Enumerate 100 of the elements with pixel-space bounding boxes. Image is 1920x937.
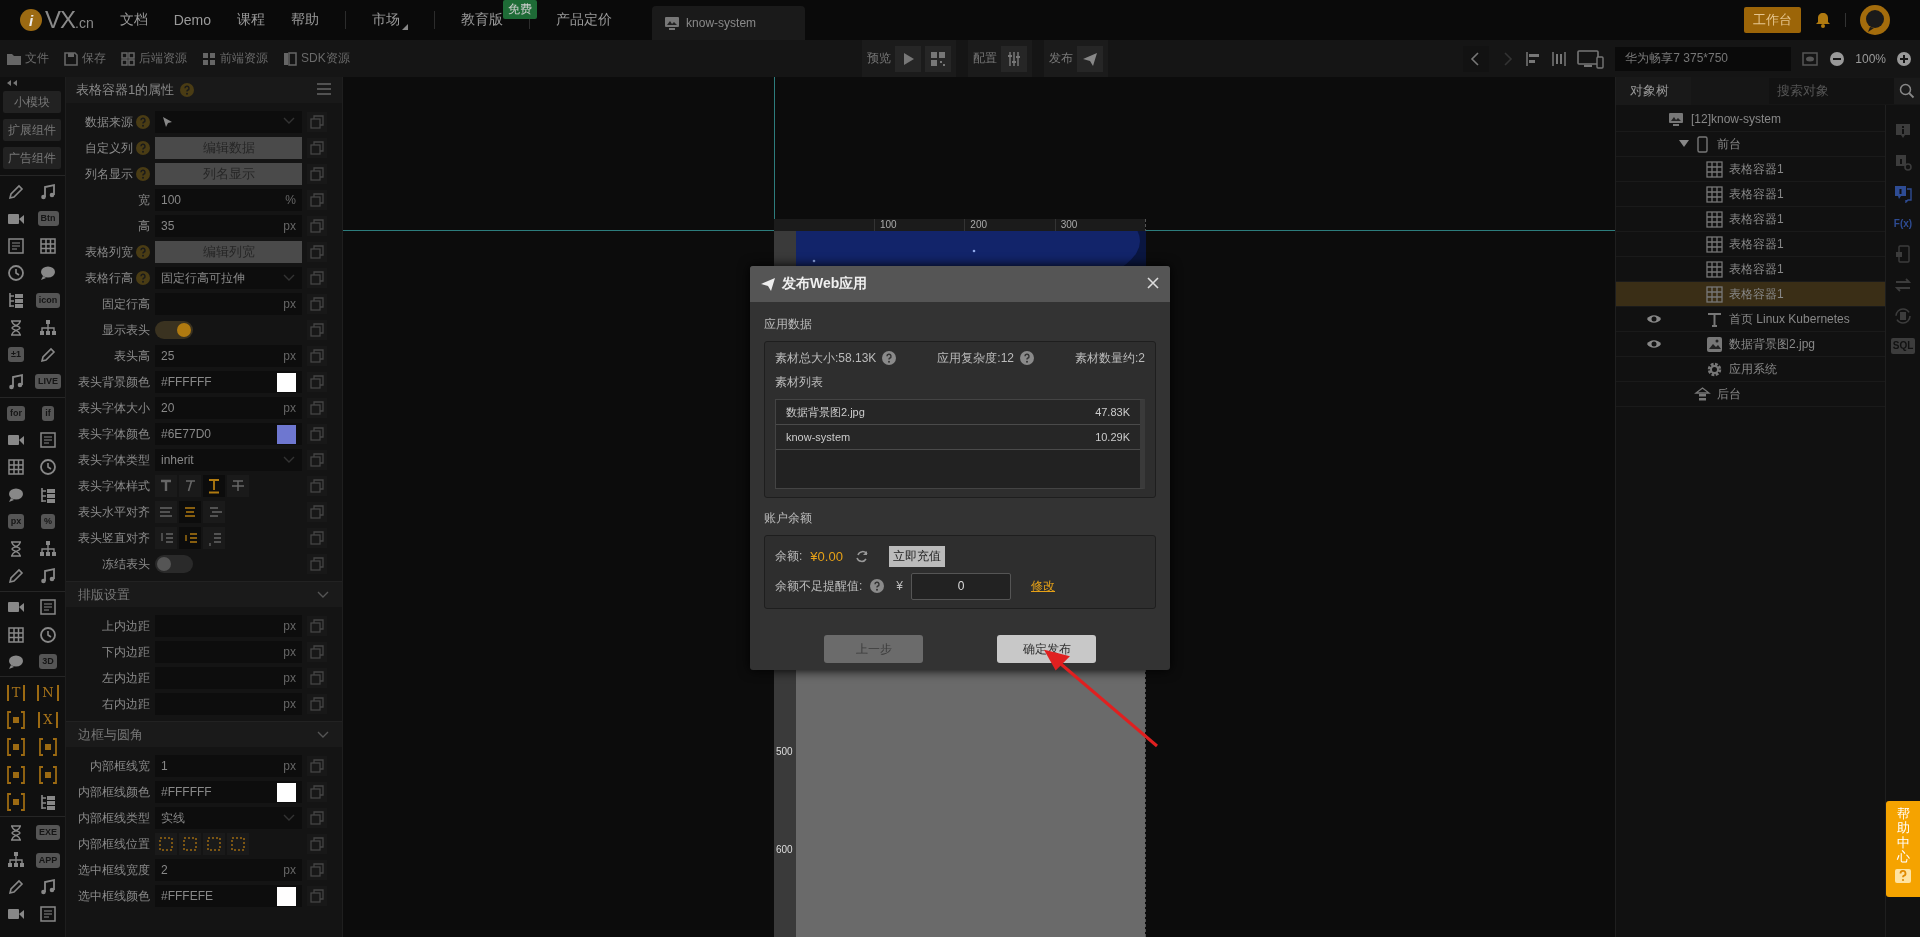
pencil-icon[interactable] [7, 567, 25, 586]
bracket-icon[interactable] [7, 792, 25, 811]
bracket-icon[interactable] [7, 738, 25, 757]
color-field[interactable]: #FFFFFF [155, 371, 302, 393]
option-button[interactable] [155, 475, 177, 497]
option-button[interactable] [155, 833, 177, 855]
input-field[interactable]: px [155, 293, 302, 315]
tree-icon[interactable] [39, 485, 57, 504]
eye-icon[interactable] [1646, 313, 1662, 325]
toggle-switch[interactable] [155, 321, 193, 339]
note-icon[interactable] [39, 567, 57, 586]
chat-icon[interactable] [39, 264, 57, 283]
clock-icon[interactable] [39, 458, 57, 477]
device-field[interactable]: 华为畅享7 375*750 [1615, 46, 1792, 71]
tree-item[interactable]: 表格容器1 [1616, 207, 1885, 232]
option-button[interactable] [203, 501, 225, 523]
option-button[interactable] [227, 475, 249, 497]
input-field[interactable]: px [155, 641, 302, 663]
component-tile[interactable]: T [6, 684, 26, 701]
asset-row[interactable]: 数据背景图2.jpg 47.83K [776, 400, 1140, 425]
publish-button[interactable] [1077, 45, 1103, 72]
menu-icon[interactable] [316, 80, 332, 97]
category-button[interactable]: 扩展组件 [3, 119, 61, 141]
tree-item[interactable]: 应用系统 [1616, 357, 1885, 382]
note-icon[interactable] [39, 182, 57, 201]
bell-icon[interactable] [1815, 12, 1831, 28]
eye-icon[interactable] [1646, 338, 1662, 350]
align-columns-icon[interactable] [1551, 50, 1568, 67]
option-button[interactable] [179, 527, 201, 549]
input-field[interactable]: 2 px [155, 859, 302, 881]
nav-link[interactable]: 文档 [119, 11, 148, 29]
zoom-in-icon[interactable] [1896, 50, 1912, 67]
toolbar-item[interactable]: 后端资源 [120, 50, 187, 67]
nav-link[interactable]: Demo [173, 12, 212, 28]
nav-link[interactable]: 教育版 [461, 11, 504, 29]
hierarchy-icon[interactable] [39, 318, 57, 337]
component-tile[interactable]: N [37, 684, 59, 701]
option-button[interactable] [203, 527, 225, 549]
tree-icon[interactable] [39, 792, 57, 811]
note-icon[interactable] [39, 878, 57, 897]
toolbar-item[interactable]: 文件 [6, 50, 49, 67]
hierarchy-icon[interactable] [39, 540, 57, 559]
tree-item[interactable]: 表格容器1 [1616, 282, 1885, 307]
toolbar-item[interactable]: 保存 [63, 50, 106, 67]
tree-item[interactable]: 首页 Linux Kubernetes [1616, 307, 1885, 332]
option-button[interactable] [179, 833, 201, 855]
info-chat-icon[interactable] [1894, 185, 1912, 203]
refresh-icon[interactable] [854, 549, 869, 563]
option-button[interactable] [179, 475, 201, 497]
nav-link[interactable]: 产品定价 [556, 11, 613, 29]
document-tab[interactable]: know-system [652, 6, 806, 40]
align-left-icon[interactable] [1525, 50, 1542, 67]
search-button[interactable] [1894, 78, 1920, 104]
tree-item[interactable]: [12]know-system [1616, 107, 1885, 132]
document-icon[interactable] [39, 598, 57, 617]
color-swatch[interactable] [277, 372, 296, 392]
color-swatch[interactable] [277, 424, 296, 444]
tree-item[interactable]: 前台 [1616, 132, 1885, 157]
tree-item[interactable]: 表格容器1 [1616, 157, 1885, 182]
config-button[interactable] [1001, 45, 1027, 72]
tree-item[interactable]: 表格容器1 [1616, 232, 1885, 257]
input-field[interactable]: 35 px [155, 215, 302, 237]
grid-icon[interactable] [39, 236, 57, 255]
color-swatch[interactable] [277, 886, 296, 906]
input-field[interactable]: px [155, 667, 302, 689]
option-button[interactable] [227, 833, 249, 855]
input-field[interactable]: 25 px [155, 345, 302, 367]
category-button[interactable]: 小模块 [3, 91, 61, 113]
hierarchy-icon[interactable] [7, 851, 25, 870]
note-icon[interactable] [7, 372, 25, 391]
qr-button[interactable] [925, 45, 951, 72]
option-button[interactable] [179, 501, 201, 523]
tree-item[interactable]: 后台 [1616, 382, 1885, 407]
option-button[interactable] [203, 475, 225, 497]
clock-icon[interactable] [7, 264, 25, 283]
document-icon[interactable] [39, 431, 57, 450]
asset-row[interactable]: know-system 10.29K [776, 425, 1140, 450]
threshold-field[interactable]: 0 [911, 572, 1012, 600]
tree-item[interactable]: 表格容器1 [1616, 182, 1885, 207]
color-field[interactable]: #FFFEFE [155, 885, 302, 907]
input-field[interactable]: 1 px [155, 755, 302, 777]
clock-icon[interactable] [39, 625, 57, 644]
nav-link[interactable]: 市场 [372, 10, 409, 30]
color-field[interactable]: #FFFFFF [155, 781, 302, 803]
select-field[interactable]: 实线 [155, 807, 302, 829]
modify-link[interactable]: 修改 [1031, 577, 1056, 595]
grid-icon[interactable] [7, 458, 25, 477]
bracket-icon[interactable] [39, 738, 57, 757]
zoom-out-icon[interactable] [1829, 50, 1846, 67]
option-button[interactable] [155, 527, 177, 549]
option-button[interactable] [155, 501, 177, 523]
bracket-icon[interactable] [39, 765, 57, 784]
input-field[interactable]: px [155, 693, 302, 715]
option-button[interactable] [203, 833, 225, 855]
grid-icon[interactable] [7, 625, 25, 644]
preview-frame-icon[interactable] [1801, 49, 1820, 68]
collapse-icon[interactable] [6, 79, 18, 87]
document-icon[interactable] [39, 905, 57, 924]
tree-icon[interactable] [7, 291, 25, 310]
pencil-icon[interactable] [39, 345, 57, 364]
